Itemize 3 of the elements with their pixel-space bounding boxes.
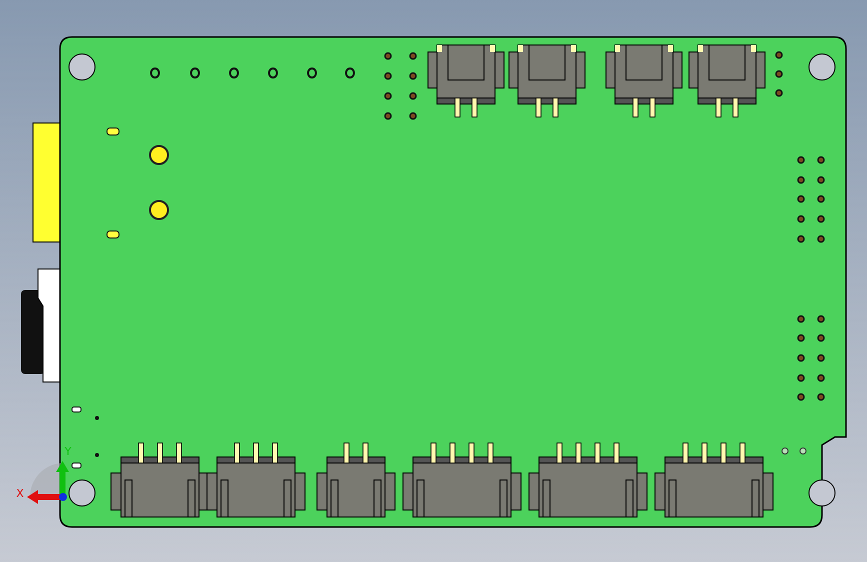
axis-label: X (16, 487, 24, 500)
x-axis-arrow (27, 490, 67, 504)
axis-label: Y (64, 445, 72, 458)
